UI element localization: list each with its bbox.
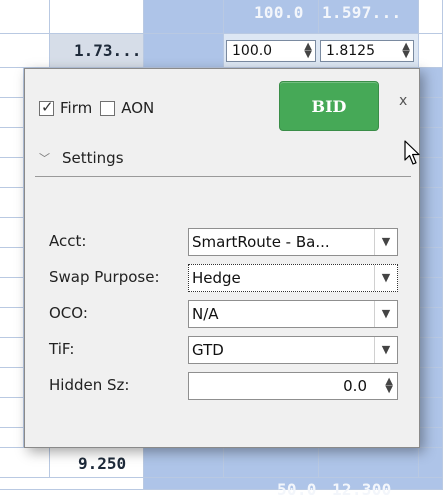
hidden-size-stepper[interactable]: 0.0 ▲ ▼ (188, 372, 398, 400)
grid-cell (0, 188, 24, 218)
grid-cell (420, 398, 443, 428)
chevron-down-icon[interactable]: ▼ (374, 337, 397, 363)
settings-toggle[interactable]: ﹀ Settings (37, 149, 124, 167)
grid-cell (420, 218, 443, 248)
tif-select[interactable]: GTD ▼ (188, 336, 398, 364)
grid-cell (419, 448, 443, 478)
grid-cell (50, 0, 144, 34)
grid-cell (0, 428, 24, 448)
grid-price[interactable]: 9.250 (78, 454, 126, 473)
aon-label: AON (121, 99, 155, 117)
grid-cell (0, 34, 50, 68)
grid-cell (0, 338, 24, 368)
spinner-arrows-icon[interactable]: ▲ ▼ (304, 42, 312, 60)
tif-label: TiF: (49, 340, 75, 358)
oco-value: N/A (192, 305, 219, 323)
grid-cell (419, 0, 443, 34)
grid-cell (420, 308, 443, 338)
chevron-down-icon[interactable]: ▼ (374, 229, 397, 255)
grid-cell (420, 338, 443, 368)
grid-cell (0, 0, 50, 34)
grid-cell (420, 368, 443, 398)
grid-cell (0, 478, 144, 490)
grid-cell (0, 68, 24, 98)
grid-price[interactable]: 1.73... (74, 41, 141, 60)
settings-label: Settings (62, 149, 124, 167)
grid-size-dim: 100.0 (254, 3, 304, 22)
checkmark-icon: ✓ (41, 97, 54, 116)
acct-value: SmartRoute - Ba... (192, 233, 330, 251)
grid-size-stepper[interactable]: 100.0 ▲ ▼ (226, 40, 316, 62)
grid-cell (0, 248, 24, 278)
grid-cell (420, 248, 443, 278)
acct-select[interactable]: SmartRoute - Ba... ▼ (188, 228, 398, 256)
grid-cell (0, 398, 24, 428)
oco-select[interactable]: N/A ▼ (188, 300, 398, 328)
grid-price-dim: 1.597... (322, 3, 402, 22)
grid-cell (0, 368, 24, 398)
grid-size-value: 100.0 (232, 43, 273, 59)
grid-price-value: 1.8125 (326, 43, 375, 59)
chevron-down-icon[interactable]: ▼ (374, 265, 397, 291)
close-button[interactable]: x (399, 93, 407, 109)
grid-cell (419, 34, 443, 68)
firm-label: Firm (60, 99, 93, 117)
pointer-cursor-icon (404, 140, 420, 165)
grid-cell (420, 98, 443, 128)
acct-label: Acct: (49, 232, 87, 250)
aon-checkbox[interactable] (100, 100, 116, 116)
grid-cell (319, 448, 419, 478)
grid-cell (420, 188, 443, 218)
grid-price-stepper[interactable]: 1.8125 ▲ ▼ (320, 40, 414, 62)
bid-button[interactable]: BID (279, 81, 379, 131)
hidden-size-value: 0.0 (343, 377, 367, 395)
grid-cell (144, 34, 224, 68)
order-entry-popup: ✓ Firm AON BID x ﹀ Settings Acct: SmartR… (24, 68, 420, 448)
grid-cell (144, 448, 224, 478)
oco-label: OCO: (49, 304, 88, 322)
grid-cell (0, 448, 50, 478)
swap-purpose-label: Swap Purpose: (49, 268, 160, 286)
grid-cell (420, 278, 443, 308)
grid-cell (420, 428, 443, 448)
grid-cell (0, 98, 24, 128)
grid-cell (144, 0, 224, 34)
grid-cell (0, 158, 24, 188)
grid-cell (420, 68, 443, 98)
chevron-down-icon: ﹀ (39, 152, 50, 165)
order-flags: ✓ Firm AON (39, 97, 155, 117)
spinner-arrows-icon[interactable]: ▲ ▼ (385, 377, 393, 395)
grid-cell (420, 158, 443, 188)
firm-checkbox[interactable]: ✓ (39, 97, 54, 116)
hidden-size-label: Hidden Sz: (49, 376, 130, 394)
spinner-arrows-icon[interactable]: ▲ ▼ (402, 42, 410, 60)
grid-cell (224, 448, 319, 478)
grid-cell (420, 128, 443, 158)
grid-cell (0, 128, 24, 158)
chevron-down-icon[interactable]: ▼ (374, 301, 397, 327)
grid-cell (0, 308, 24, 338)
grid-cell (0, 278, 24, 308)
tif-value: GTD (192, 341, 224, 359)
swap-purpose-select[interactable]: Hedge ▼ (188, 264, 398, 292)
settings-divider (35, 176, 411, 177)
grid-cell (0, 218, 24, 248)
swap-purpose-value: Hedge (192, 269, 241, 287)
